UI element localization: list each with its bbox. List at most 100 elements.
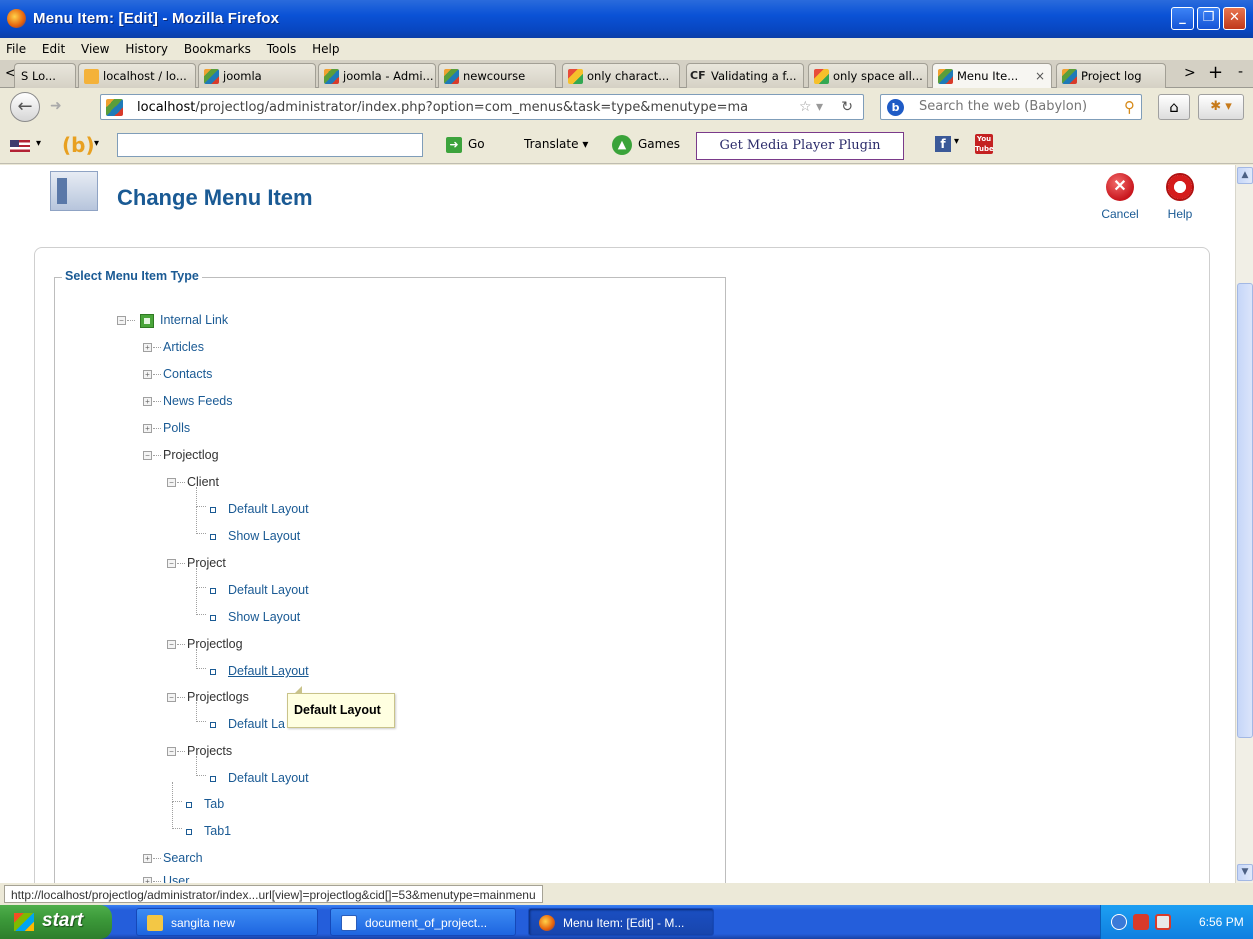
tree-label: Default Layout bbox=[228, 664, 309, 678]
scroll-thumb[interactable] bbox=[1237, 283, 1253, 738]
tray-search-icon[interactable] bbox=[1155, 914, 1171, 930]
cancel-button[interactable]: ✕ Cancel bbox=[1090, 173, 1150, 221]
tree-node-projects-default-layout[interactable]: Default Layout bbox=[206, 770, 309, 786]
tray-app-icon[interactable] bbox=[1133, 914, 1149, 930]
start-button[interactable]: start bbox=[0, 905, 112, 939]
media-player-plugin-button[interactable]: Get Media Player Plugin bbox=[696, 132, 904, 160]
expand-icon[interactable]: + bbox=[143, 424, 152, 434]
tab-only-charact[interactable]: only charact... bbox=[562, 63, 680, 88]
window-title-bar[interactable]: Menu Item: [Edit] - Mozilla Firefox _ ❐ … bbox=[0, 0, 1253, 38]
taskbar-item-firefox[interactable]: Menu Item: [Edit] - M... bbox=[528, 908, 714, 936]
taskbar-item-document[interactable]: document_of_project... bbox=[330, 908, 516, 936]
scroll-down-icon[interactable]: ▼ bbox=[1237, 864, 1253, 881]
youtube-icon[interactable]: You Tube bbox=[975, 134, 994, 154]
collapse-icon[interactable]: − bbox=[167, 747, 176, 757]
menu-view[interactable]: View bbox=[75, 38, 115, 56]
tab-newcourse[interactable]: newcourse bbox=[438, 63, 556, 88]
new-tab-button[interactable]: + bbox=[1208, 62, 1223, 83]
menu-bookmarks[interactable]: Bookmarks bbox=[178, 38, 257, 56]
tab-only-space[interactable]: only space all... bbox=[808, 63, 928, 88]
tree-node-client[interactable]: − Client bbox=[167, 474, 219, 490]
menu-help[interactable]: Help bbox=[306, 38, 345, 56]
tab-menu-item[interactable]: Menu Ite... × bbox=[932, 63, 1052, 88]
fieldset-legend: Select Menu Item Type bbox=[62, 269, 202, 283]
url-bar[interactable]: localhost/projectlog/administrator/index… bbox=[100, 94, 864, 120]
expand-icon[interactable]: + bbox=[143, 397, 152, 407]
expand-icon[interactable]: + bbox=[143, 370, 152, 380]
tab-phpmyadmin[interactable]: localhost / lo... bbox=[78, 63, 196, 88]
forward-button[interactable]: ➜ bbox=[50, 98, 62, 114]
close-tab-icon[interactable]: × bbox=[1035, 69, 1045, 83]
tree-node-projectlogs[interactable]: − Projectlogs bbox=[167, 689, 249, 705]
games-button[interactable]: ▲ Games bbox=[612, 135, 680, 155]
tree-node-projectlog-default-layout[interactable]: Default Layout bbox=[206, 663, 309, 679]
taskbar-item-sangita-new[interactable]: sangita new bbox=[136, 908, 318, 936]
tray-arrow-icon[interactable] bbox=[1111, 914, 1127, 930]
tree-node-project-default-layout[interactable]: Default Layout bbox=[206, 582, 309, 598]
tree-node-internal-link[interactable]: − Internal Link bbox=[117, 312, 228, 328]
tree-node-news-feeds[interactable]: + News Feeds bbox=[143, 393, 232, 409]
babylon-logo-icon[interactable]: (b) bbox=[62, 133, 95, 157]
addon-button[interactable]: ✱ ▾ bbox=[1198, 94, 1244, 120]
flag-dropdown-icon[interactable]: ▾ bbox=[36, 138, 41, 149]
babylon-search-icon: b bbox=[887, 99, 904, 116]
cancel-icon: ✕ bbox=[1106, 173, 1134, 201]
tree-node-tab1[interactable]: Tab1 bbox=[182, 823, 231, 839]
menu-file[interactable]: File bbox=[0, 38, 32, 56]
help-label: Help bbox=[1167, 207, 1193, 221]
tree-node-contacts[interactable]: + Contacts bbox=[143, 366, 212, 382]
babylon-input[interactable] bbox=[117, 133, 423, 157]
tree-node-projectlogs-default-layout[interactable]: Default La bbox=[206, 716, 285, 732]
expand-icon[interactable]: + bbox=[143, 854, 152, 864]
tab-joomla-admin[interactable]: joomla - Admi... bbox=[318, 63, 436, 88]
babylon-toolbar: ▾ (b) ▾ ➜ Go Translate ▾ ▲ Games Get Media… bbox=[0, 126, 1253, 164]
menu-history[interactable]: History bbox=[119, 38, 174, 56]
minimize-button[interactable]: _ bbox=[1171, 7, 1194, 30]
expand-icon[interactable]: + bbox=[143, 343, 152, 353]
menu-edit[interactable]: Edit bbox=[36, 38, 71, 56]
home-button[interactable]: ⌂ bbox=[1158, 94, 1190, 120]
collapse-icon[interactable]: − bbox=[167, 640, 176, 650]
tabs-scroll-right-button[interactable]: > bbox=[1184, 65, 1196, 81]
tab-label: newcourse bbox=[463, 69, 526, 83]
tab-project-log[interactable]: Project log bbox=[1056, 63, 1166, 88]
back-button[interactable]: ← bbox=[10, 92, 40, 122]
tab-validating[interactable]: CF Validating a f... bbox=[686, 63, 804, 88]
menu-tools[interactable]: Tools bbox=[261, 38, 303, 56]
collapse-icon[interactable]: − bbox=[167, 693, 176, 703]
bookmark-star-icon[interactable]: ☆ ▾ bbox=[799, 99, 823, 115]
tree-node-projectlog[interactable]: − Projectlog bbox=[143, 447, 219, 463]
tree-node-tab[interactable]: Tab bbox=[182, 796, 224, 812]
tree-node-articles[interactable]: + Articles bbox=[143, 339, 204, 355]
search-bar[interactable]: b ⚲ bbox=[880, 94, 1142, 120]
collapse-icon[interactable]: − bbox=[143, 451, 152, 461]
vertical-scrollbar[interactable]: ▲ ▼ bbox=[1235, 165, 1253, 883]
tree-node-polls[interactable]: + Polls bbox=[143, 420, 190, 436]
tree-node-project-show-layout[interactable]: Show Layout bbox=[206, 609, 300, 625]
facebook-dropdown-icon[interactable]: ▾ bbox=[954, 136, 959, 147]
tab-joomla[interactable]: joomla bbox=[198, 63, 316, 88]
collapse-icon[interactable]: − bbox=[117, 316, 126, 326]
help-button[interactable]: Help bbox=[1150, 173, 1210, 221]
tab-s-lo[interactable]: S Lo... bbox=[14, 63, 76, 88]
us-flag-icon[interactable] bbox=[10, 140, 30, 152]
scroll-up-icon[interactable]: ▲ bbox=[1237, 167, 1253, 184]
collapse-icon[interactable]: − bbox=[167, 478, 176, 488]
tree-node-search[interactable]: + Search bbox=[143, 850, 203, 866]
restore-button[interactable]: ❐ bbox=[1197, 7, 1220, 30]
search-input[interactable] bbox=[919, 99, 1109, 114]
tree-node-client-show-layout[interactable]: Show Layout bbox=[206, 528, 300, 544]
facebook-icon[interactable]: f bbox=[935, 136, 951, 152]
back-arrow-icon: ← bbox=[17, 96, 33, 117]
babylon-dropdown-icon[interactable]: ▾ bbox=[94, 138, 99, 149]
magnifier-icon[interactable]: ⚲ bbox=[1124, 98, 1135, 116]
collapse-icon[interactable]: − bbox=[167, 559, 176, 569]
go-button[interactable]: ➜ Go bbox=[446, 137, 485, 153]
tree-node-user[interactable]: + User bbox=[143, 873, 189, 883]
close-window-button[interactable]: ✕ bbox=[1223, 7, 1246, 30]
tree-node-client-default-layout[interactable]: Default Layout bbox=[206, 501, 309, 517]
reload-icon[interactable]: ↻ bbox=[841, 99, 853, 115]
task-label: Menu Item: [Edit] - M... bbox=[563, 916, 685, 930]
translate-button[interactable]: Translate ▾ bbox=[524, 137, 588, 151]
tab-list-button[interactable]: - bbox=[1238, 64, 1243, 80]
